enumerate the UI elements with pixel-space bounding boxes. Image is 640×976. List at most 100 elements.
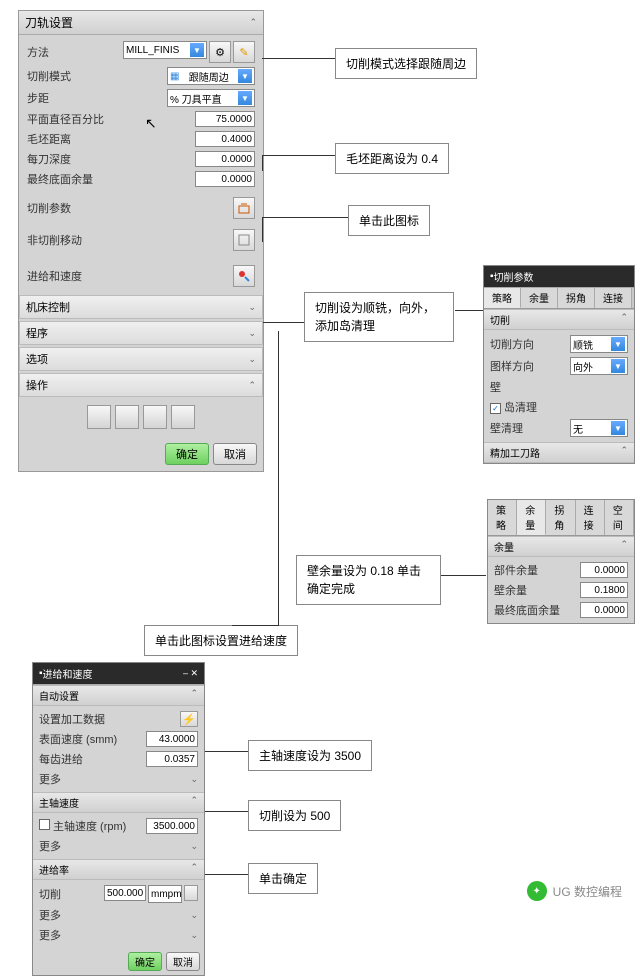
tab-corner[interactable]: 拐角 [558, 288, 595, 308]
noncut-label: 非切削移动 [27, 232, 82, 248]
spindle-label: 主轴速度 (rpm) [53, 821, 126, 833]
cutdir-label: 切削方向 [490, 336, 534, 352]
surf-label: 表面速度 (smm) [39, 731, 117, 747]
cutfeed-calc-icon[interactable] [184, 885, 198, 901]
wallclean-label: 壁清理 [490, 420, 523, 436]
operation-section[interactable]: 操作⌃ [19, 373, 263, 397]
leader-3b [262, 217, 263, 242]
tab-strategy[interactable]: 策略 [484, 288, 521, 308]
finish-section[interactable]: 精加工刀路⌃ [484, 442, 634, 463]
toolpath-settings-panel: 刀轨设置⌃ 方法 MILL_FINIS▼ ⚙ ✎ 切削模式 ▦ 跟随周边▼ 步距… [18, 10, 264, 472]
callout-4: 切削设为顺铣，向外，添加岛清理 [304, 292, 454, 342]
bottom-input[interactable] [195, 171, 255, 187]
program-section[interactable]: 程序⌄ [19, 321, 263, 345]
island-checkbox[interactable]: ✓ [490, 403, 501, 414]
leader-7 [205, 751, 248, 752]
more2-label[interactable]: 更多 [39, 838, 61, 854]
tooth-input[interactable] [146, 751, 198, 767]
feed-ok-button[interactable]: 确定 [128, 952, 162, 971]
cutparam-label: 切削参数 [27, 200, 71, 216]
cut-section: 切削⌃ [484, 309, 634, 330]
wallclean-dropdown[interactable]: 无▼ [570, 419, 628, 437]
action-toolbar [19, 397, 263, 437]
ok-button[interactable]: 确定 [165, 443, 209, 465]
collapse-icon[interactable]: ⌃ [249, 17, 257, 28]
more4-label[interactable]: 更多 [39, 927, 61, 943]
callout-9: 单击确定 [248, 863, 318, 894]
feed-cancel-button[interactable]: 取消 [166, 952, 200, 971]
feed-label: 进给和速度 [27, 268, 82, 284]
blank-label: 毛坯距离 [27, 131, 71, 147]
action-btn-1[interactable] [87, 405, 111, 429]
feed-icon[interactable] [233, 265, 255, 287]
feed-title: ▪ 进给和速度– ✕ [33, 663, 204, 685]
depth-input[interactable] [195, 151, 255, 167]
leader-1 [262, 58, 335, 59]
method-icon-1[interactable]: ⚙ [209, 41, 231, 63]
leader-4r [455, 310, 483, 311]
cutparam-icon[interactable] [233, 197, 255, 219]
cutmode-label: 切削模式 [27, 68, 71, 84]
cancel-button[interactable]: 取消 [213, 443, 257, 465]
noncut-icon[interactable] [233, 229, 255, 251]
step-row: 步距 % 刀具平直▼ [27, 87, 255, 109]
leader-8 [205, 811, 248, 812]
machine-control-section[interactable]: 机床控制⌄ [19, 295, 263, 319]
wall-stock-input[interactable] [580, 582, 628, 598]
stock-section: 余量⌃ [488, 536, 634, 557]
blank-input[interactable] [195, 131, 255, 147]
action-btn-2[interactable] [115, 405, 139, 429]
stock-tab1[interactable]: 策略 [488, 500, 517, 535]
spindle-checkbox[interactable] [39, 819, 50, 830]
action-btn-3[interactable] [143, 405, 167, 429]
feedrate-section[interactable]: 进给率⌃ [33, 859, 204, 880]
spindle-input[interactable] [146, 818, 198, 834]
pattern-label: 图样方向 [490, 358, 534, 374]
tab-stock[interactable]: 余量 [521, 288, 558, 308]
callout-1: 切削模式选择跟随周边 [335, 48, 477, 79]
cutdir-dropdown[interactable]: 顺铣▼ [570, 335, 628, 353]
callout-8: 切削设为 500 [248, 800, 341, 831]
floor-stock-input[interactable] [580, 602, 628, 618]
method-icon-2[interactable]: ✎ [233, 41, 255, 63]
action-btn-4[interactable] [171, 405, 195, 429]
stock-tab2[interactable]: 余量 [517, 500, 546, 535]
spindle-section[interactable]: 主轴速度⌃ [33, 792, 204, 813]
tab-conn[interactable]: 连接 [595, 288, 632, 308]
method-dropdown[interactable]: MILL_FINIS▼ [123, 41, 207, 59]
pattern-dropdown[interactable]: 向外▼ [570, 357, 628, 375]
setdata-label: 设置加工数据 [39, 711, 105, 727]
leader-3 [262, 217, 348, 218]
leader-6c [278, 625, 279, 626]
cutmode-dropdown[interactable]: ▦ 跟随周边▼ [167, 67, 255, 85]
more3-label[interactable]: 更多 [39, 907, 61, 923]
option-section[interactable]: 选项⌄ [19, 347, 263, 371]
watermark: ✦ UG 数控编程 [527, 881, 622, 901]
stock-tab3[interactable]: 拐角 [546, 500, 575, 535]
leader-6h [232, 625, 278, 626]
cutparams-tabs: 策略 余量 拐角 连接 [484, 288, 634, 309]
plane-input[interactable] [195, 111, 255, 127]
part-stock-label: 部件余量 [494, 562, 538, 578]
stock-tab4[interactable]: 连接 [576, 500, 605, 535]
cutfeed-unit[interactable]: mmpm [148, 885, 182, 903]
cutmode-row: 切削模式 ▦ 跟随周边▼ [27, 65, 255, 87]
step-dropdown[interactable]: % 刀具平直▼ [167, 89, 255, 107]
part-stock-input[interactable] [580, 562, 628, 578]
cutfeed-input[interactable] [104, 885, 146, 901]
setdata-btn[interactable]: ⚡ [180, 711, 198, 727]
leader-2b [262, 155, 263, 171]
callout-7: 主轴速度设为 3500 [248, 740, 372, 771]
wall-label: 壁 [490, 379, 501, 395]
leader-9 [205, 874, 248, 875]
more1-label[interactable]: 更多 [39, 771, 61, 787]
leader-5 [441, 575, 486, 576]
stock-tab5[interactable]: 空间 [605, 500, 634, 535]
callout-3: 单击此图标 [348, 205, 430, 236]
auto-section[interactable]: 自动设置⌃ [33, 685, 204, 706]
plane-label: 平面直径百分比 [27, 111, 104, 127]
callout-5: 壁余量设为 0.18 单击确定完成 [296, 555, 441, 605]
panel-title: 刀轨设置⌃ [19, 11, 263, 35]
callout-6: 单击此图标设置进给速度 [144, 625, 298, 656]
surf-input[interactable] [146, 731, 198, 747]
